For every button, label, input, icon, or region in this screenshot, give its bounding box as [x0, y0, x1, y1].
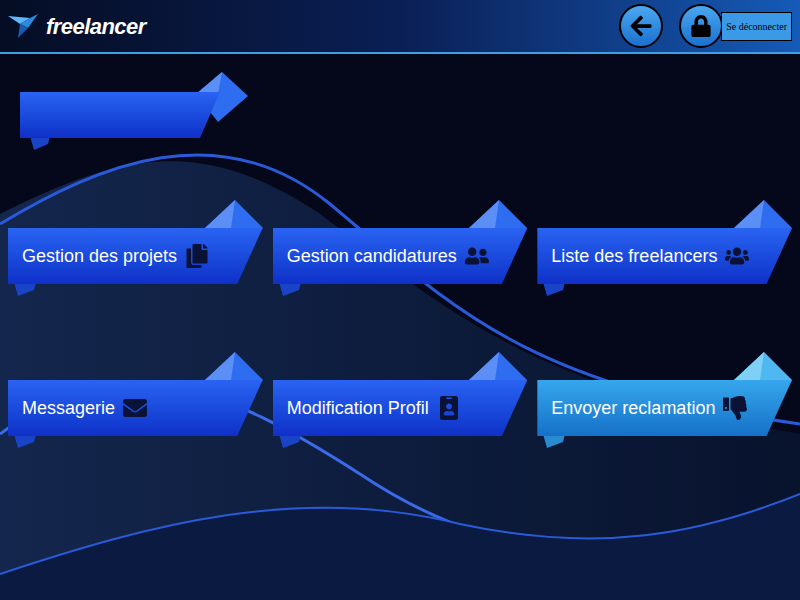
- app: freelancer Se déconnecter Gestion des proj…: [0, 0, 800, 600]
- ribbon-tab-icon: [14, 434, 36, 448]
- menu-item-label: Envoyer reclamation: [551, 395, 715, 422]
- menu-grid: Gestion des projets Gestion candidatures L…: [0, 150, 800, 448]
- bird-logo-icon: [8, 12, 42, 40]
- users-icon: [465, 244, 489, 268]
- menu-item[interactable]: Gestion candidatures: [273, 200, 528, 296]
- envelope-icon: [123, 396, 147, 420]
- ribbon-tab-icon: [14, 282, 36, 296]
- logout-label: Se déconnecter: [721, 12, 792, 41]
- profile-edit-icon: [437, 396, 461, 420]
- back-button[interactable]: [619, 4, 663, 48]
- ribbon-tab-icon: [543, 282, 565, 296]
- documents-icon: [185, 244, 209, 268]
- title-banner: [20, 72, 248, 150]
- top-bar: freelancer Se déconnecter: [0, 0, 800, 54]
- ribbon-tab-icon: [279, 434, 301, 448]
- menu-item-label: Gestion candidatures: [287, 243, 457, 270]
- banner-tab-icon: [30, 136, 50, 150]
- menu-item[interactable]: Liste des freelancers: [537, 200, 792, 296]
- menu-item[interactable]: Messagerie: [8, 352, 263, 448]
- ribbon-tab-icon: [543, 434, 565, 448]
- logo: freelancer: [8, 10, 146, 43]
- lock-icon: [690, 15, 712, 37]
- menu-item-label: Messagerie: [22, 395, 115, 422]
- menu-item-label: Modification Profil: [287, 395, 429, 422]
- menu-item[interactable]: Gestion des projets: [8, 200, 263, 296]
- ribbon-tab-icon: [279, 282, 301, 296]
- thumbs-down-icon: [723, 396, 747, 420]
- dashboard: Gestion des projets Gestion candidatures L…: [0, 54, 800, 600]
- arrow-left-icon: [629, 14, 653, 38]
- menu-item-label: Liste des freelancers: [551, 243, 717, 270]
- menu-item[interactable]: Envoyer reclamation: [537, 352, 792, 448]
- group-icon: [725, 244, 749, 268]
- menu-item-label: Gestion des projets: [22, 243, 177, 270]
- logout-button[interactable]: Se déconnecter: [679, 4, 792, 48]
- menu-item[interactable]: Modification Profil: [273, 352, 528, 448]
